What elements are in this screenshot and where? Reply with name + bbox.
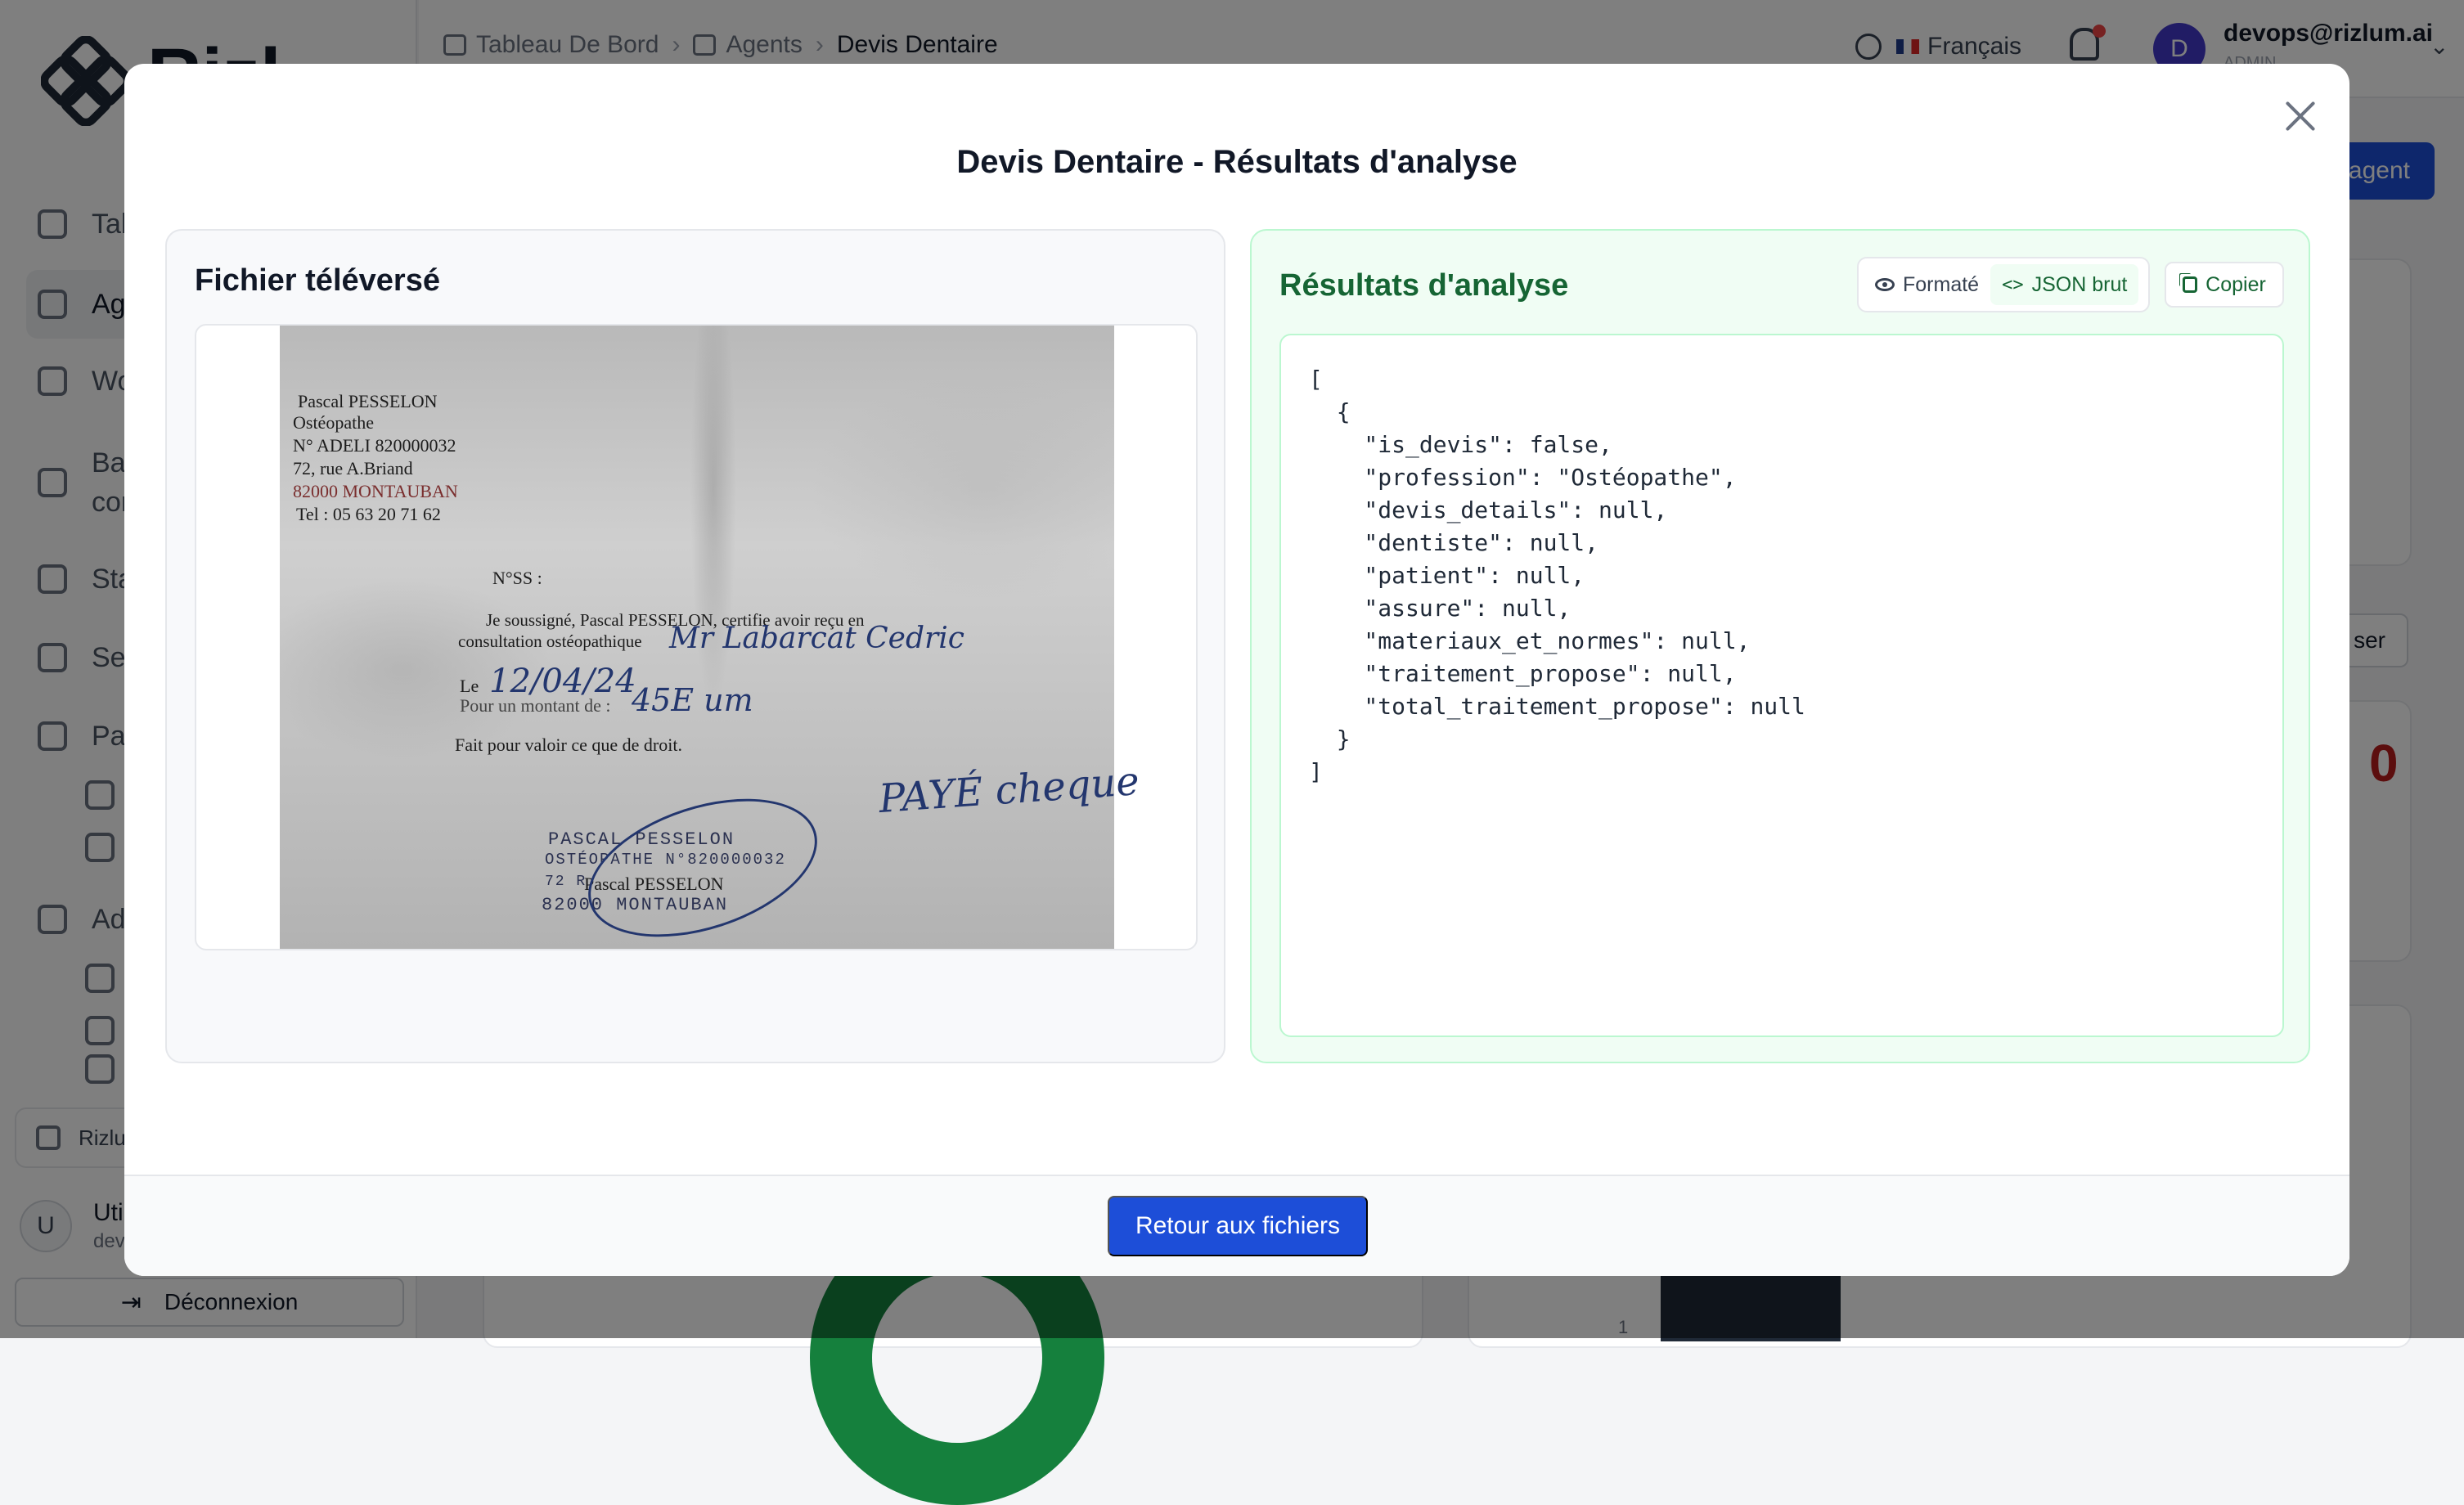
handwritten-date: 12/04/24 [489, 663, 636, 700]
analysis-results-title: Résultats d'analyse [1279, 268, 1569, 303]
doc-line: N° ADELI 820000032 [293, 435, 456, 456]
code-icon: <> [2002, 274, 2024, 295]
handwritten-amount: 45E um [632, 682, 753, 718]
doc-line: Pascal PESSELON [298, 391, 438, 411]
doc-line: 82000 MONTAUBAN [293, 481, 458, 501]
copy-label: Copier [2205, 272, 2266, 296]
handwritten-paid: PAYÉ cheque [877, 757, 1141, 823]
file-preview: Pascal PESSELON Ostéopathe N° ADELI 8200… [195, 324, 1198, 950]
doc-line: consultation ostéopathique [458, 631, 642, 651]
document-image: Pascal PESSELON Ostéopathe N° ADELI 8200… [280, 326, 1140, 949]
modal-footer: Retour aux fichiers [124, 1175, 2349, 1276]
doc-line: 72, rue A.Briand [293, 458, 413, 478]
doc-line: N°SS : [492, 568, 542, 588]
json-text: [ { "is_devis": false, "profession": "Os… [1309, 366, 1805, 785]
raw-json-view-button[interactable]: <> JSON brut [1990, 264, 2139, 305]
analysis-results-modal: Devis Dentaire - Résultats d'analyse Fic… [124, 64, 2349, 1276]
doc-line: Ostéopathe [293, 412, 374, 433]
modal-title: Devis Dentaire - Résultats d'analyse [956, 144, 1518, 180]
handwritten-patient: Mr Labarcat Cedric [669, 622, 964, 655]
close-icon[interactable] [2276, 92, 2325, 141]
copy-button[interactable]: Copier [2165, 262, 2284, 308]
eye-icon [1875, 278, 1895, 291]
uploaded-file-title: Fichier téléversé [195, 263, 440, 298]
back-to-files-button[interactable]: Retour aux fichiers [1108, 1196, 1368, 1256]
formatted-view-button[interactable]: Formaté [1864, 264, 1990, 305]
doc-line: Tel : 05 63 20 71 62 [296, 504, 441, 524]
analysis-results-panel: Résultats d'analyse Formaté <> JSON brut… [1250, 229, 2310, 1063]
doc-line: Fait pour valoir ce que de droit. [455, 735, 682, 755]
copy-icon [2183, 276, 2198, 293]
view-mode-toggle: Formaté <> JSON brut [1857, 257, 2150, 312]
signature-stroke [570, 772, 835, 949]
formatted-label: Formaté [1903, 272, 1980, 296]
stamp-line: 72 R [545, 874, 587, 890]
uploaded-file-panel: Fichier téléversé Pascal PESSELON Ostéop… [165, 229, 1225, 1063]
doc-line: Le [460, 676, 479, 696]
json-output[interactable]: [ { "is_devis": false, "profession": "Os… [1279, 334, 2284, 1037]
raw-json-label: JSON brut [2031, 272, 2128, 296]
